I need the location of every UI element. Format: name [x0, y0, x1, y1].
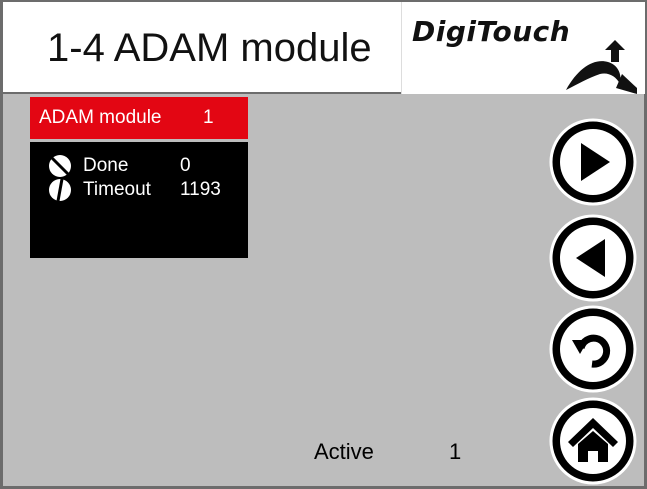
- module-number: 1: [203, 107, 214, 128]
- page-title: 1-4 ADAM module: [47, 26, 372, 70]
- status-row-timeout: Timeout 1193: [30, 178, 248, 202]
- undo-button[interactable]: [548, 304, 638, 394]
- next-button[interactable]: [548, 117, 638, 207]
- status-row-done: Done 0: [30, 154, 248, 178]
- status-label: Done: [83, 155, 129, 176]
- module-label: ADAM module: [39, 107, 162, 128]
- status-label: Timeout: [83, 179, 151, 200]
- status-value: 1193: [180, 179, 221, 200]
- status-value: 0: [180, 155, 191, 176]
- logo-swoosh-icon: [566, 40, 637, 94]
- home-button[interactable]: [548, 396, 638, 486]
- previous-button[interactable]: [548, 213, 638, 303]
- active-label: Active: [314, 439, 374, 464]
- module-selector-tab[interactable]: ADAM module 1: [30, 97, 248, 139]
- brand-logo: DigiTouch: [401, 2, 645, 94]
- active-value: 1: [449, 439, 462, 464]
- status-panel: Done 0 Timeout 1193: [30, 142, 248, 258]
- done-status-icon: [49, 155, 71, 177]
- hmi-screen: 1-4 ADAM module DigiTouch ADAM module 1 …: [0, 0, 647, 489]
- timeout-status-icon: [49, 178, 71, 202]
- header-bar: 1-4 ADAM module DigiTouch: [3, 2, 645, 94]
